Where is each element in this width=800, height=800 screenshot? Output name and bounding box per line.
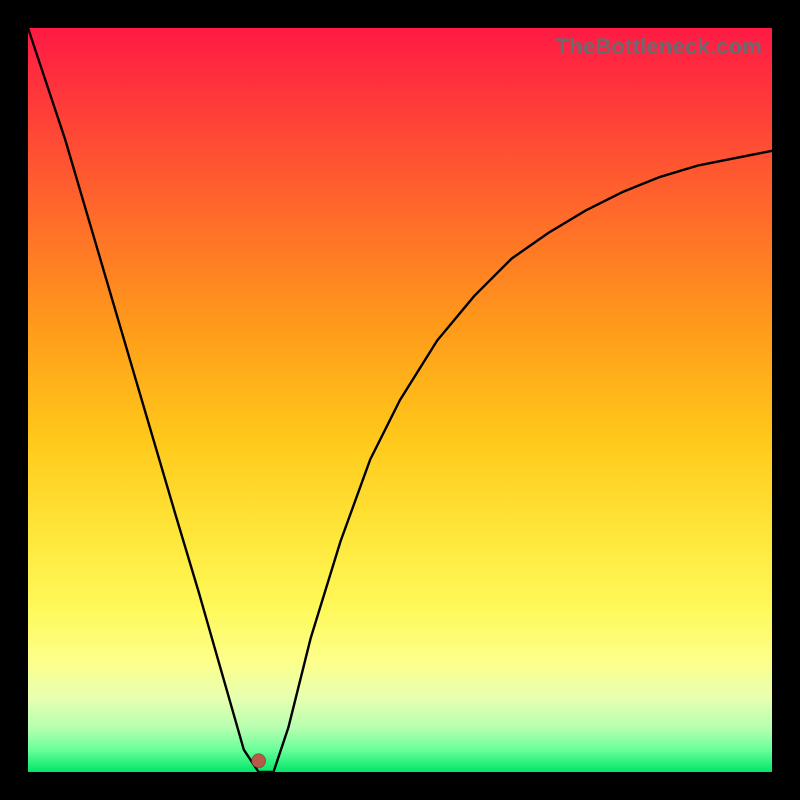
plot-area: TheBottleneck.com (28, 28, 772, 772)
chart-svg (28, 28, 772, 772)
chart-frame: TheBottleneck.com (0, 0, 800, 800)
optimum-marker (252, 754, 266, 768)
bottleneck-curve (28, 28, 772, 772)
